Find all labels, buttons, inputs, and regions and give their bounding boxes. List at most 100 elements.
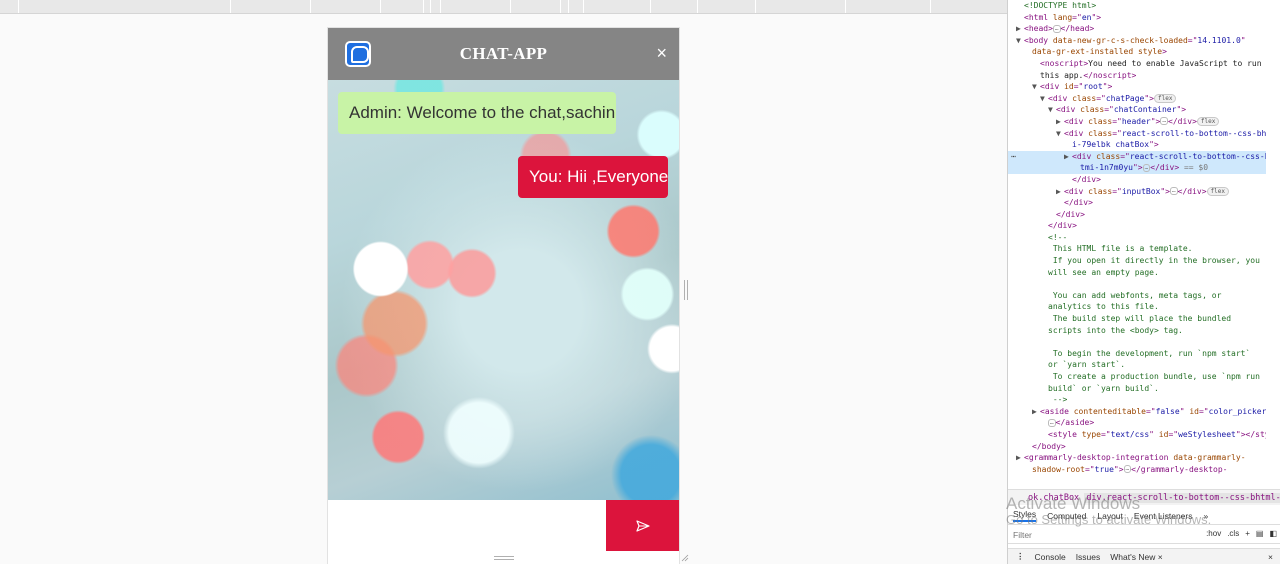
- dom-tree-line[interactable]: </div>: [1008, 174, 1266, 186]
- close-icon[interactable]: ×: [656, 43, 667, 63]
- cls-toggle[interactable]: .cls: [1227, 529, 1239, 538]
- tab-more[interactable]: »: [1204, 511, 1209, 521]
- dom-token: <div: [1064, 186, 1089, 196]
- dom-tree-line[interactable]: ⋯ ▶ <div class="react-scroll-to-bottom--cs…: [1008, 150, 1266, 163]
- resize-corner-icon[interactable]: [681, 554, 689, 562]
- dom-tree-line[interactable]: ▶ <div class="header">… </div> flex: [1008, 116, 1266, 128]
- collapsed-content-icon: …: [1123, 465, 1132, 474]
- dom-tree-line[interactable]: The build step will place the bundled: [1008, 313, 1266, 325]
- dom-tree-line[interactable]: You can add webfonts, meta tags, or: [1008, 290, 1266, 302]
- dom-tree-line[interactable]: </div>: [1008, 197, 1266, 209]
- ruler-tick: [430, 0, 431, 13]
- breadcrumb-item[interactable]: ok.chatBox: [1028, 493, 1079, 503]
- dom-tree-line[interactable]: [1008, 336, 1266, 348]
- sidebar-toggle-icon[interactable]: ◧: [1269, 529, 1277, 538]
- dom-tree-line[interactable]: ▼ <body data-new-gr-c-s-check-loaded="14.…: [1008, 35, 1266, 47]
- tab-styles[interactable]: Styles: [1013, 509, 1037, 522]
- message-input[interactable]: [328, 500, 606, 551]
- drawer-tab-console[interactable]: Console: [1035, 552, 1066, 562]
- dom-token: </grammarly-desktop-: [1131, 464, 1228, 474]
- dom-tree-line[interactable]: </div>: [1008, 209, 1266, 221]
- dom-tree-line[interactable]: To create a production bundle, use `npm …: [1008, 371, 1266, 383]
- dom-token: ": [1149, 429, 1159, 439]
- resize-handle-bottom[interactable]: [494, 556, 514, 560]
- dom-tree-line[interactable]: … </aside>: [1008, 417, 1266, 429]
- dom-tree-line[interactable]: -->: [1008, 394, 1266, 406]
- expand-triangle-icon[interactable]: ▼: [1016, 35, 1024, 47]
- dom-token: analytics to this file.: [1048, 302, 1159, 312]
- dom-tree-line[interactable]: ▼ <div class="chatPage"> flex: [1008, 93, 1266, 105]
- dom-tree-line[interactable]: tmi-1n7m0yu">… </div> == $0: [1008, 162, 1266, 174]
- add-rule-button[interactable]: +: [1245, 529, 1250, 538]
- dom-tree-line[interactable]: <style type="text/css" id="weStylesheet"…: [1008, 429, 1266, 441]
- drawer-menu-icon[interactable]: ⋮: [1016, 551, 1025, 562]
- filter-input[interactable]: [1013, 529, 1153, 540]
- node-actions-icon[interactable]: ⋯: [1011, 151, 1016, 163]
- dom-tree-line[interactable]: this app.</noscript>: [1008, 70, 1266, 82]
- expand-triangle-icon[interactable]: ▼: [1056, 128, 1064, 140]
- dom-tree-line[interactable]: <noscript>You need to enable JavaScript …: [1008, 58, 1266, 70]
- dom-tree-line[interactable]: [1008, 278, 1266, 290]
- dom-tree-line[interactable]: ▶ <aside contenteditable="false" id="colo…: [1008, 406, 1266, 418]
- elements-tree[interactable]: <!DOCTYPE html> <html lang="en"> ▶ <head>… <…: [1008, 0, 1266, 488]
- dom-tree-line[interactable]: ▶ <grammarly-desktop-integration data-gra…: [1008, 452, 1266, 464]
- dom-tree-line[interactable]: <html lang="en">: [1008, 12, 1266, 24]
- dom-tree-line[interactable]: To begin the development, run `npm start…: [1008, 348, 1266, 360]
- expand-triangle-icon[interactable]: ▶: [1016, 23, 1024, 35]
- dom-token: </div>: [1064, 198, 1093, 208]
- dom-tree-line[interactable]: <!DOCTYPE html>: [1008, 0, 1266, 12]
- dom-token: =": [1084, 464, 1095, 474]
- dom-tree-line[interactable]: ▶ <head>… </head>: [1008, 23, 1266, 35]
- dom-tree-line[interactable]: will see an empty page.: [1008, 267, 1266, 279]
- paint-icon[interactable]: ▤: [1256, 529, 1264, 538]
- dom-tree-line[interactable]: ▶ <div class="inputBox">… </div> flex: [1008, 186, 1266, 198]
- tab-layout[interactable]: Layout: [1097, 511, 1123, 521]
- drawer-tab-issues[interactable]: Issues: [1076, 552, 1101, 562]
- dom-tree-line[interactable]: </body>: [1008, 441, 1266, 453]
- send-button[interactable]: [606, 500, 679, 551]
- dom-token: </body>: [1032, 441, 1066, 451]
- expand-triangle-icon[interactable]: ▼: [1040, 93, 1048, 105]
- dom-tree-line[interactable]: </div>: [1008, 220, 1266, 232]
- dom-tree-line[interactable]: <!--: [1008, 232, 1266, 244]
- dom-tree-line[interactable]: scripts into the <body> tag.: [1008, 325, 1266, 337]
- dom-token: ">: [1113, 464, 1124, 474]
- dom-tree-line[interactable]: ▼ <div class="chatContainer">: [1008, 104, 1266, 116]
- ruler-tick: [650, 0, 651, 13]
- hov-toggle[interactable]: :hov: [1206, 529, 1221, 538]
- dom-tree-line[interactable]: or `yarn start`.: [1008, 359, 1266, 371]
- dom-token: =": [1100, 429, 1111, 439]
- dom-tree-line[interactable]: analytics to this file.: [1008, 301, 1266, 313]
- dom-token: == $0: [1179, 163, 1209, 173]
- dom-token: i-79elbk chatBox: [1072, 140, 1150, 150]
- chat-box[interactable]: Admin: Welcome to the chat,sachin You: H…: [328, 80, 679, 500]
- breadcrumb-item-active[interactable]: div.react-scroll-to-bottom--css-bhtml-1n…: [1084, 493, 1280, 503]
- dom-tree-line[interactable]: ▼ <div id="root">: [1008, 81, 1266, 93]
- dom-tree-line[interactable]: data-gr-ext-installed style>: [1008, 46, 1266, 58]
- expand-triangle-icon[interactable]: ▼: [1048, 104, 1056, 116]
- expand-triangle-icon[interactable]: ▶: [1064, 151, 1072, 163]
- dom-tree-line[interactable]: ▼ <div class="react-scroll-to-bottom--css…: [1008, 128, 1266, 140]
- dom-tree-line[interactable]: This HTML file is a template.: [1008, 243, 1266, 255]
- devtools-drawer: ⋮ Console Issues What's New × ×: [1008, 548, 1280, 564]
- drawer-tab-whats-new[interactable]: What's New ×: [1110, 552, 1162, 562]
- tab-computed[interactable]: Computed: [1047, 511, 1086, 521]
- resize-handle-right[interactable]: [684, 280, 688, 300]
- dom-token: class: [1072, 93, 1097, 103]
- tab-event-listeners[interactable]: Event Listeners: [1134, 511, 1193, 521]
- dom-tree-line[interactable]: If you open it directly in the browser, …: [1008, 255, 1266, 267]
- expand-triangle-icon[interactable]: ▶: [1056, 116, 1064, 128]
- collapsed-content-icon: …: [1170, 187, 1178, 195]
- dom-tree-line[interactable]: build` or `yarn build`.: [1008, 383, 1266, 395]
- expand-triangle-icon[interactable]: ▶: [1032, 406, 1040, 418]
- dom-tree-line[interactable]: shadow-root="true">… </grammarly-desktop-: [1008, 464, 1266, 476]
- dom-token: =": [1168, 429, 1179, 439]
- close-drawer-icon[interactable]: ×: [1268, 552, 1273, 562]
- expand-triangle-icon[interactable]: ▼: [1032, 81, 1040, 93]
- expand-triangle-icon[interactable]: ▶: [1056, 186, 1064, 198]
- dom-token: =": [1187, 35, 1198, 45]
- expand-triangle-icon[interactable]: ▶: [1016, 452, 1024, 464]
- dom-token: -->: [1048, 395, 1068, 405]
- layout-badge: flex: [1154, 93, 1177, 103]
- dom-tree-line[interactable]: i-79elbk chatBox">: [1008, 139, 1266, 151]
